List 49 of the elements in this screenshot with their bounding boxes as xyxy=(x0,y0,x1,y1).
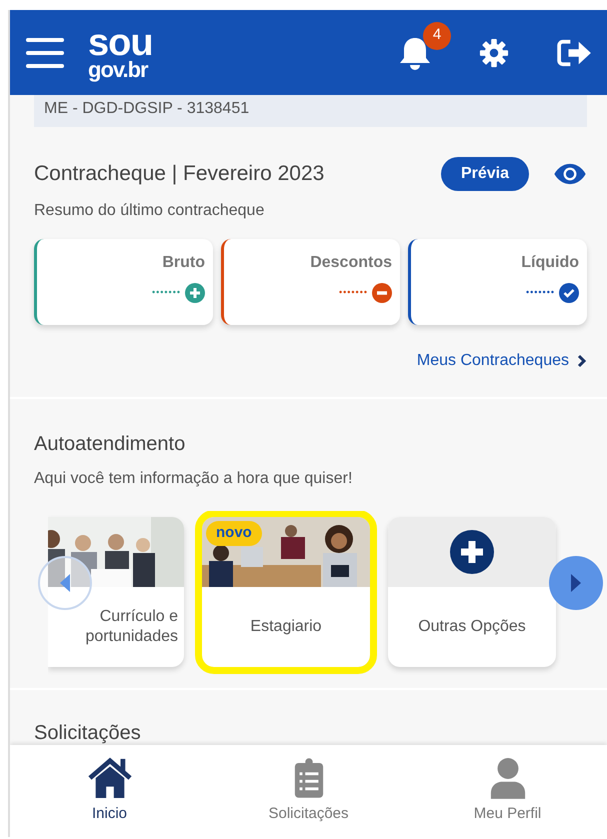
menu-button[interactable] xyxy=(26,38,64,68)
person-icon xyxy=(488,756,526,799)
section-title: Contracheque | Fevereiro 2023 xyxy=(34,161,324,188)
plus-icon xyxy=(185,283,205,303)
preview-button[interactable]: Prévia xyxy=(440,157,529,191)
service-card[interactable]: Currículo e portunidades xyxy=(48,517,184,667)
summary-card: Bruto ••••••• xyxy=(34,239,213,325)
notifications-button[interactable] xyxy=(399,36,431,70)
clipboard-icon xyxy=(292,756,324,799)
chevron-icon xyxy=(577,354,587,368)
logo: sou gov.br xyxy=(88,26,153,80)
previous-button[interactable] xyxy=(38,556,92,610)
service-card[interactable]: Outras Opções xyxy=(388,517,556,667)
card-label: Currículo e xyxy=(100,607,178,627)
section-title: Autoatendimento xyxy=(34,432,186,457)
check-icon xyxy=(559,283,579,303)
settings-icon xyxy=(479,38,509,68)
card-label: Estagiario xyxy=(250,617,322,637)
bell-icon xyxy=(399,36,431,70)
nav-tab[interactable]: Solicitações xyxy=(209,745,408,837)
logout-button[interactable] xyxy=(557,38,593,66)
home-icon xyxy=(86,756,134,799)
section-subtitle: Resumo do último contracheque xyxy=(34,201,266,221)
visibility-button[interactable] xyxy=(553,162,587,186)
eye-icon xyxy=(553,162,587,185)
settings-button[interactable] xyxy=(479,38,509,68)
minus-icon xyxy=(372,283,392,303)
user-unit: ME - DGD-DGSIP - 3138451 xyxy=(44,100,250,117)
caret-right-icon xyxy=(569,573,583,593)
section-subtitle: Aqui você tem informação a hora que quiser! xyxy=(34,469,354,489)
section-title: Solicitações xyxy=(34,721,142,746)
caret-left-icon xyxy=(58,573,72,593)
card-label: portunidades xyxy=(85,627,178,647)
logout-icon xyxy=(557,38,593,66)
payslips-link[interactable]: Meus Contracheques xyxy=(416,349,569,373)
card-label: Outras Opções xyxy=(418,617,526,637)
summary-card: Descontos ••••••• xyxy=(221,239,400,325)
hidden-value: ••••••• xyxy=(526,286,555,300)
summary-card: Líquido ••••••• xyxy=(408,239,587,325)
plus-icon xyxy=(450,530,494,574)
notification-count: 4 xyxy=(423,22,451,50)
new-badge: novo xyxy=(206,521,262,546)
nav-tab[interactable]: Meu Perfil xyxy=(408,745,607,837)
menu-icon xyxy=(26,38,64,68)
nav-tab[interactable]: Inicio xyxy=(10,745,209,837)
service-card[interactable]: novo Estagiario xyxy=(202,517,370,667)
hidden-value: ••••••• xyxy=(338,286,368,300)
next-button[interactable] xyxy=(549,556,603,610)
hidden-value: ••••••• xyxy=(152,286,181,300)
